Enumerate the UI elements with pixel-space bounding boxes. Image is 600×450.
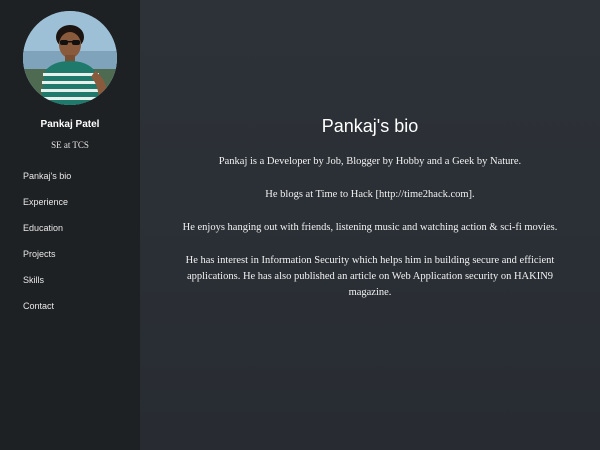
profile-name: Pankaj Patel [40,119,100,130]
nav-item-contact[interactable]: Contact [23,300,71,326]
bio-paragraph-3: He enjoys hanging out with friends, list… [182,222,558,233]
profile-role: SE at TCS [51,140,89,150]
bio-paragraph-2: He blogs at Time to Hack [http://time2ha… [265,189,475,200]
bio-paragraph-1: Pankaj is a Developer by Job, Blogger by… [218,156,522,167]
nav-item-skills[interactable]: Skills [23,274,71,300]
page-title: Pankaj's bio [321,116,419,136]
nav-item-education[interactable]: Education [23,222,71,248]
sidebar-nav: Pankaj's bio Experience Education Projec… [23,170,71,326]
nav-item-experience[interactable]: Experience [23,196,71,222]
profile-photo [23,11,117,105]
nav-item-bio[interactable]: Pankaj's bio [23,170,71,196]
sidebar: Pankaj Patel SE at TCS Pankaj's bio Expe… [0,0,140,450]
page: Pankaj Patel SE at TCS Pankaj's bio Expe… [0,0,600,450]
nav-item-projects[interactable]: Projects [23,248,71,274]
bio-section: Pankaj's bio Pankaj is a Developer by Jo… [180,116,560,318]
avatar [23,11,117,105]
main-content: Pankaj's bio Pankaj is a Developer by Jo… [140,0,600,450]
bio-paragraph-4: He has interest in Information Security … [185,255,555,298]
